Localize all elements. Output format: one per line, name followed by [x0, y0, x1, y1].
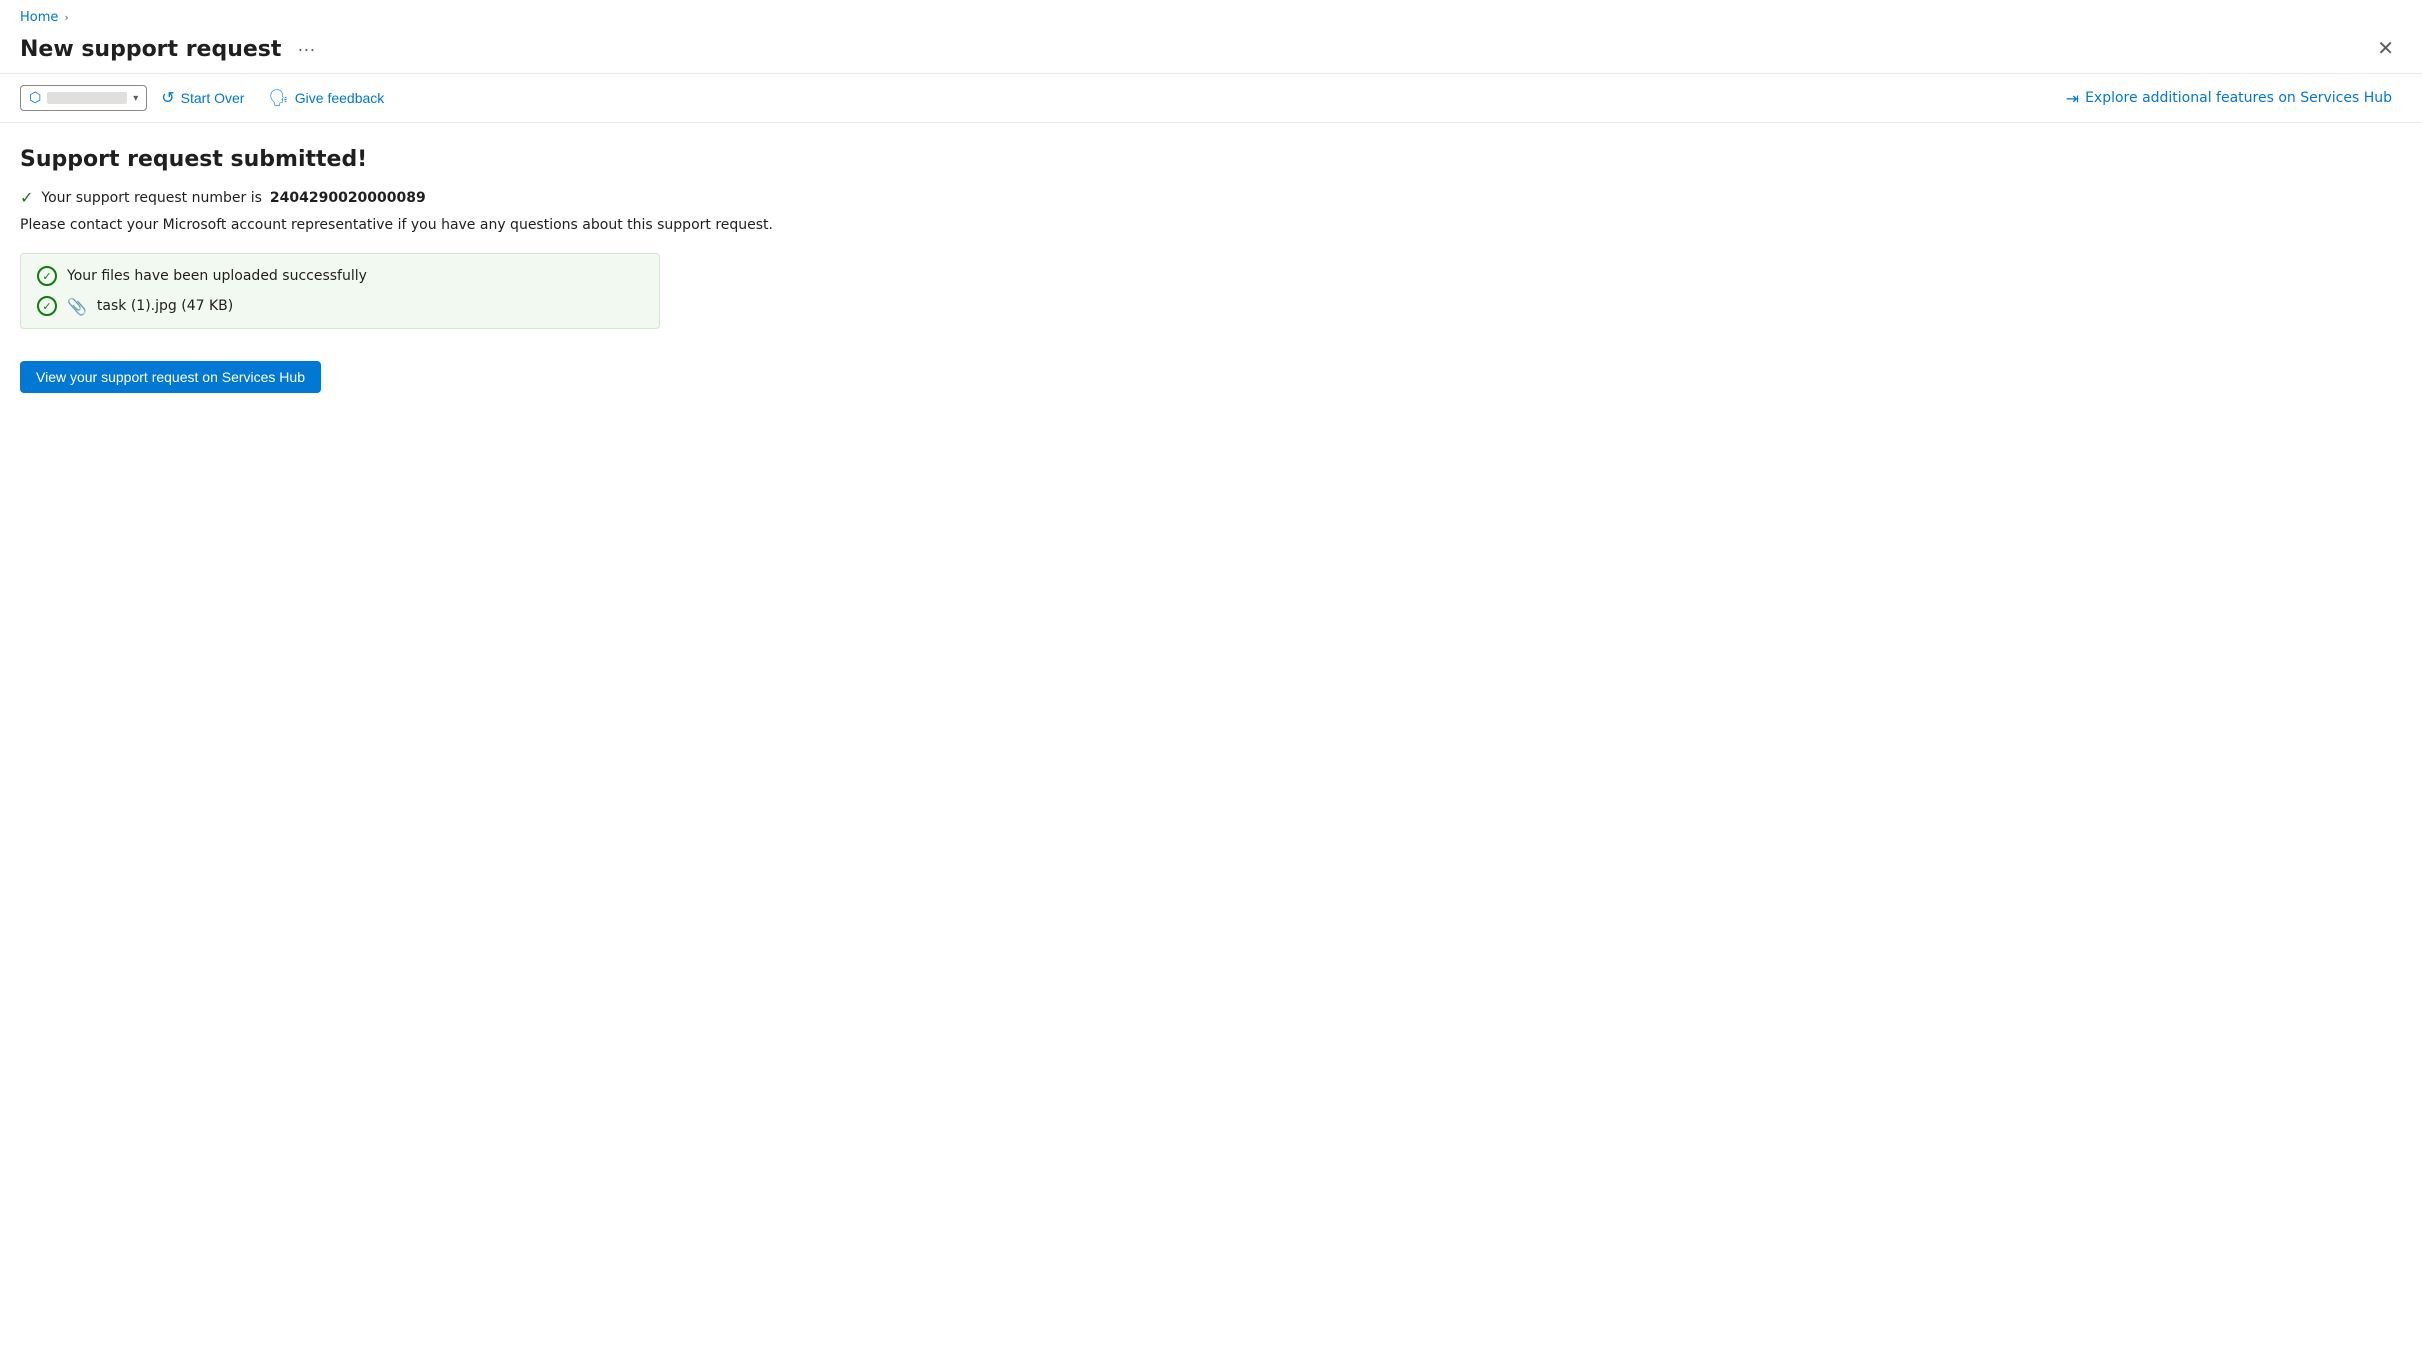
chevron-down-icon: ▾ — [133, 93, 138, 104]
check-icon: ✓ — [20, 188, 33, 207]
give-feedback-label: Give feedback — [295, 90, 385, 106]
confirmation-line: ✓ Your support request number is 2404290… — [20, 188, 2402, 207]
subscription-label — [47, 92, 127, 104]
breadcrumb-separator: › — [64, 11, 68, 24]
toolbar: ⬡ ▾ ↺ Start Over 🗣 Give feedback ⇥ Explo… — [0, 74, 2422, 123]
upload-success-row: ✓ Your files have been uploaded successf… — [37, 266, 643, 286]
page-header: New support request ··· ✕ — [0, 31, 2422, 74]
explore-label: Explore additional features on Services … — [2085, 90, 2392, 106]
confirmation-prefix: Your support request number is — [41, 190, 261, 206]
breadcrumb: Home › — [0, 0, 2422, 31]
upload-success-message: Your files have been uploaded successful… — [67, 268, 367, 284]
subscription-selector[interactable]: ⬡ ▾ — [20, 85, 147, 111]
file-success-icon: ✓ — [37, 296, 57, 316]
file-name: task (1).jpg (47 KB) — [97, 298, 233, 314]
upload-success-icon: ✓ — [37, 266, 57, 286]
success-heading: Support request submitted! — [20, 147, 2402, 172]
start-over-button[interactable]: ↺ Start Over — [151, 82, 254, 114]
attachment-icon: 📎 — [67, 297, 87, 316]
request-number: 2404290020000089 — [270, 190, 426, 206]
start-over-label: Start Over — [181, 90, 245, 106]
file-row: ✓ 📎 task (1).jpg (47 KB) — [37, 296, 643, 316]
upload-success-panel: ✓ Your files have been uploaded successf… — [20, 253, 660, 329]
more-options-button[interactable]: ··· — [291, 38, 321, 60]
subscription-icon: ⬡ — [29, 90, 41, 106]
explore-services-hub-link[interactable]: ⇥ Explore additional features on Service… — [2056, 83, 2402, 114]
explore-icon: ⇥ — [2066, 89, 2079, 108]
page-title: New support request — [20, 37, 281, 62]
give-feedback-button[interactable]: 🗣 Give feedback — [258, 82, 394, 114]
view-support-request-button[interactable]: View your support request on Services Hu… — [20, 361, 321, 393]
info-text: Please contact your Microsoft account re… — [20, 217, 2402, 233]
refresh-icon: ↺ — [161, 88, 174, 108]
breadcrumb-home[interactable]: Home — [20, 10, 58, 25]
close-button[interactable]: ✕ — [2369, 35, 2402, 63]
main-content: Support request submitted! ✓ Your suppor… — [0, 123, 2422, 417]
feedback-icon: 🗣 — [268, 88, 288, 108]
